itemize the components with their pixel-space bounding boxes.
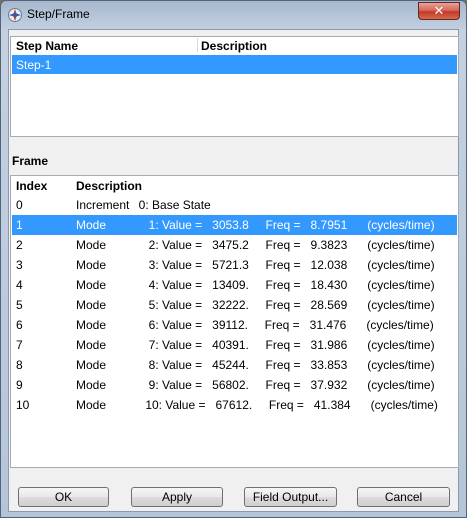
column-header-index[interactable]: Index <box>16 179 47 193</box>
frame-detail-cell: 3: Value = 5721.3 Freq = 12.038 (cycles/… <box>132 258 435 272</box>
apply-button-label: Apply <box>161 490 193 504</box>
frame-detail-cell: 2: Value = 3475.2 Freq = 9.3823 (cycles/… <box>132 238 435 252</box>
frame-row[interactable]: 0 Increment 0: Base State <box>12 195 457 215</box>
frame-detail-cell: 4: Value = 13409. Freq = 18.430 (cycles/… <box>132 278 435 292</box>
frame-section-label: Frame <box>12 154 49 168</box>
frame-row[interactable]: 6 Mode 6: Value = 39112. Freq = 31.476 (c… <box>12 315 457 335</box>
frame-detail-cell: 8: Value = 45244. Freq = 33.853 (cycles/… <box>132 358 435 372</box>
frame-row[interactable]: 4 Mode 4: Value = 13409. Freq = 18.430 (c… <box>12 275 457 295</box>
close-icon: ✕ <box>433 3 445 18</box>
frame-row[interactable]: 3 Mode 3: Value = 5721.3 Freq = 12.038 (c… <box>12 255 457 275</box>
frame-row[interactable]: 10 Mode 10: Value = 67612. Freq = 41.384 … <box>12 395 457 415</box>
frame-index-cell: 5 <box>16 298 23 312</box>
step-row-selected[interactable]: Step-1 <box>12 55 457 74</box>
dialog-body: Step Name Description Step-1 Frame Index… <box>8 29 459 512</box>
frame-type-cell: Mode <box>76 278 107 292</box>
frame-row[interactable]: 1 Mode 1: Value = 3053.8 Freq = 8.7951 (c… <box>12 215 457 235</box>
frame-detail-cell: 1: Value = 3053.8 Freq = 8.7951 (cycles/… <box>132 218 435 232</box>
frame-detail-cell: 5: Value = 32222. Freq = 28.569 (cycles/… <box>132 298 435 312</box>
frame-index-cell: 2 <box>16 238 23 252</box>
field-output-button[interactable]: Field Output... <box>244 487 337 507</box>
frame-index-cell: 10 <box>16 398 30 412</box>
frame-index-cell: 1 <box>16 218 23 232</box>
frame-table: Index Description 0 Increment 0: Base Sta… <box>10 175 459 468</box>
column-header-step-name[interactable]: Step Name <box>16 39 78 53</box>
window-title: Step/Frame <box>27 7 90 21</box>
step-frame-dialog: Step/Frame ✕ Step Name Description Step-… <box>0 0 467 518</box>
frame-index-cell: 8 <box>16 358 23 372</box>
frame-type-cell: Mode <box>76 218 107 232</box>
field-output-button-label: Field Output... <box>252 490 329 504</box>
frame-table-header: Index Description <box>11 176 458 194</box>
column-header-description[interactable]: Description <box>201 39 267 53</box>
frame-type-cell: Mode <box>76 298 107 312</box>
frame-detail-cell: 6: Value = 39112. Freq = 31.476 (cycles/… <box>132 318 434 332</box>
column-divider[interactable] <box>197 38 198 52</box>
frame-type-cell: Mode <box>76 338 107 352</box>
step-name-cell: Step-1 <box>16 58 52 72</box>
apply-button[interactable]: Apply <box>131 487 223 507</box>
frame-row[interactable]: 7 Mode 7: Value = 40391. Freq = 31.986 (c… <box>12 335 457 355</box>
frame-row[interactable]: 2 Mode 2: Value = 3475.2 Freq = 9.3823 (c… <box>12 235 457 255</box>
frame-type-cell: Increment <box>76 198 130 212</box>
cancel-button[interactable]: Cancel <box>357 487 450 507</box>
step-table: Step Name Description Step-1 <box>10 36 459 137</box>
close-button[interactable]: ✕ <box>418 2 460 20</box>
frame-detail-cell: 9: Value = 56802. Freq = 37.932 (cycles/… <box>132 378 435 392</box>
frame-detail-cell: 10: Value = 67612. Freq = 41.384 (cycles… <box>132 398 438 412</box>
frame-index-cell: 4 <box>16 278 23 292</box>
frame-index-cell: 0 <box>16 198 23 212</box>
frame-index-cell: 9 <box>16 378 23 392</box>
frame-detail-cell: 7: Value = 40391. Freq = 31.986 (cycles/… <box>132 338 435 352</box>
app-icon <box>8 8 22 22</box>
cancel-button-label: Cancel <box>384 490 423 504</box>
title-bar[interactable]: Step/Frame ✕ <box>1 1 466 29</box>
frame-type-cell: Mode <box>76 238 107 252</box>
frame-type-cell: Mode <box>76 398 107 412</box>
column-header-description[interactable]: Description <box>76 179 142 193</box>
ok-button[interactable]: OK <box>18 487 109 507</box>
step-table-header: Step Name Description <box>11 37 458 54</box>
frame-type-cell: Mode <box>76 318 107 332</box>
frame-row[interactable]: 5 Mode 5: Value = 32222. Freq = 28.569 (c… <box>12 295 457 315</box>
frame-type-cell: Mode <box>76 258 107 272</box>
frame-type-cell: Mode <box>76 358 107 372</box>
frame-row[interactable]: 8 Mode 8: Value = 45244. Freq = 33.853 (c… <box>12 355 457 375</box>
frame-index-cell: 3 <box>16 258 23 272</box>
frame-index-cell: 7 <box>16 338 23 352</box>
frame-detail-cell: 0: Base State <box>132 198 211 212</box>
frame-type-cell: Mode <box>76 378 107 392</box>
frame-row[interactable]: 9 Mode 9: Value = 56802. Freq = 37.932 (c… <box>12 375 457 395</box>
ok-button-label: OK <box>54 490 73 504</box>
frame-index-cell: 6 <box>16 318 23 332</box>
